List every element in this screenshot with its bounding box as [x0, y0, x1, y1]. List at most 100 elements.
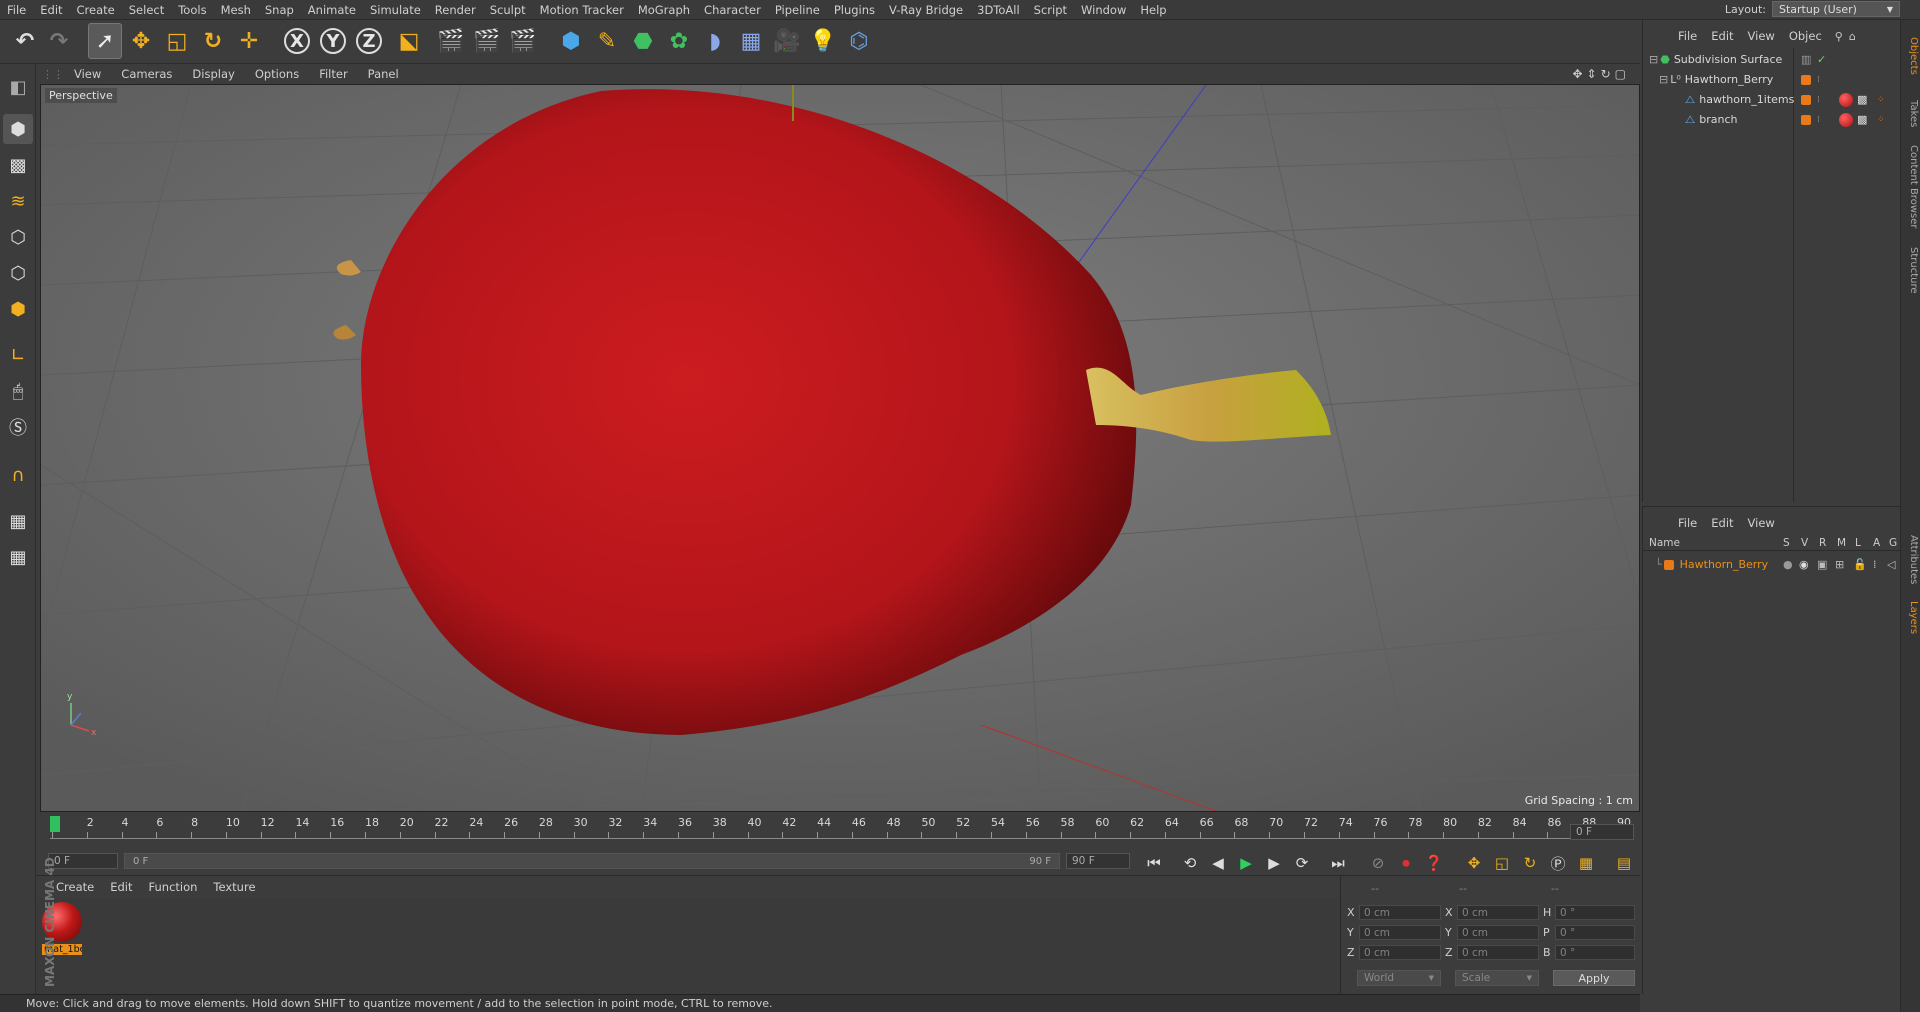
lock-icon[interactable]: 🔓 [1853, 558, 1867, 571]
menu-tools[interactable]: Tools [171, 3, 213, 17]
object-menu-edit[interactable]: Edit [1704, 29, 1740, 43]
object-row-hawthorn-berry[interactable]: ⊟ L⁰ Hawthorn_Berry ⁞ [1643, 70, 1901, 89]
axis-mode-icon[interactable]: ∟ [3, 340, 33, 370]
collapse-icon[interactable]: ⊟ [1649, 53, 1658, 66]
cube-object-icon[interactable]: ⬢ [554, 23, 588, 59]
timeline-ruler[interactable]: 0246810121416182022242628303234363840424… [40, 814, 1640, 850]
coordinate-space-select[interactable]: World ▼ [1357, 970, 1441, 986]
render-toggle-icon[interactable]: ▣ [1817, 558, 1827, 571]
pos-x-field[interactable]: 0 cm [1359, 905, 1441, 920]
lock-workplane-icon[interactable]: ▦ [3, 506, 33, 536]
viewport-menu-filter[interactable]: Filter [309, 67, 357, 81]
scale-tool-icon[interactable]: ◱ [160, 23, 194, 59]
tweak-mode-icon[interactable]: 🖱 [3, 376, 33, 406]
tab-objects[interactable]: Objects [1903, 26, 1919, 86]
visibility-dots-icon[interactable]: ⁞ [1817, 75, 1820, 85]
move-tool-icon[interactable]: ✥ [124, 23, 158, 59]
menu-snap[interactable]: Snap [258, 3, 301, 17]
camera-icon[interactable]: 🎥 [770, 23, 804, 59]
edges-mode-icon[interactable]: ⬡ [3, 258, 33, 288]
layer-color-icon[interactable] [1801, 74, 1811, 85]
render-settings-icon[interactable]: 🎬 [506, 23, 540, 59]
timeline-window-icon[interactable]: ▤ [1612, 852, 1636, 874]
viewport-camera-label[interactable]: Perspective [45, 88, 117, 103]
tab-takes[interactable]: Takes [1903, 94, 1919, 134]
layer-row[interactable]: └ Hawthorn_Berry ● ◉ ▣ ⊞ 🔓 ⁞ ◁ [1643, 555, 1901, 574]
home-icon[interactable]: ⌂ [1849, 30, 1856, 43]
material-menu-edit[interactable]: Edit [102, 880, 140, 894]
end-frame-field[interactable]: 90 F [1066, 853, 1130, 869]
viewport-menu-panel[interactable]: Panel [358, 67, 409, 81]
object-row-hawthorn-1items[interactable]: ⧍ hawthorn_1items ⁞ ▩ ⁘ [1643, 90, 1901, 109]
material-tag-icon[interactable] [1839, 92, 1853, 107]
key-scale-icon[interactable]: ◱ [1490, 852, 1514, 874]
manager-toggle-icon[interactable]: ⊞ [1835, 558, 1844, 571]
size-x-field[interactable]: 0 cm [1457, 905, 1539, 920]
3d-viewport[interactable]: y x Perspective Grid Spacing : 1 cm [40, 84, 1640, 812]
object-row-subdivision-surface[interactable]: ⊟ ⬣ Subdivision Surface ▥ ✓ [1643, 50, 1901, 69]
object-menu-view[interactable]: View [1741, 29, 1782, 43]
key-position-icon[interactable]: ✥ [1462, 852, 1486, 874]
play-icon[interactable]: ▶ [1234, 852, 1258, 874]
layer-color-icon[interactable] [1801, 94, 1811, 105]
tab-structure[interactable]: Structure [1903, 240, 1919, 300]
frame-range-slider[interactable]: 0 F 90 F [124, 853, 1060, 869]
z-axis-lock-button[interactable]: Z [352, 23, 386, 59]
menu-select[interactable]: Select [122, 3, 171, 17]
workplane-icon[interactable]: ≋ [3, 186, 33, 216]
layer-menu-file[interactable]: File [1671, 516, 1704, 530]
planar-workplane-icon[interactable]: ▦ [3, 542, 33, 572]
menu-pipeline[interactable]: Pipeline [768, 3, 827, 17]
polygons-mode-icon[interactable]: ⬢ [3, 294, 33, 324]
redo-icon[interactable]: ↷ [42, 23, 76, 59]
uvw-tag-icon[interactable]: ▩ [1857, 93, 1867, 106]
menu-file[interactable]: File [0, 3, 33, 17]
menu-3dtoall[interactable]: 3DToAll [970, 3, 1027, 17]
layer-color-icon[interactable] [1801, 114, 1811, 125]
menu-animate[interactable]: Animate [301, 3, 363, 17]
points-mode-icon[interactable]: ⬡ [3, 222, 33, 252]
size-y-field[interactable]: 0 cm [1457, 925, 1539, 940]
tag-overflow-icon[interactable]: ⁘ [1877, 95, 1885, 105]
material-tag-icon[interactable] [1839, 112, 1853, 127]
layer-color-swatch[interactable] [1663, 559, 1674, 570]
tab-layers[interactable]: Layers [1903, 596, 1919, 640]
menu-window[interactable]: Window [1074, 3, 1133, 17]
menu-render[interactable]: Render [428, 3, 483, 17]
layer-name[interactable]: Hawthorn_Berry [1680, 558, 1769, 571]
viewport-menu-cameras[interactable]: Cameras [111, 67, 182, 81]
collapse-icon[interactable]: ⊟ [1659, 73, 1668, 86]
pos-y-field[interactable]: 0 cm [1359, 925, 1441, 940]
layer-toggle-icon[interactable]: ▥ [1801, 53, 1811, 66]
menu-help[interactable]: Help [1133, 3, 1173, 17]
size-z-field[interactable]: 0 cm [1457, 945, 1539, 960]
tag-overflow-icon[interactable]: ⁘ [1877, 115, 1885, 125]
light-icon[interactable]: 💡 [806, 23, 840, 59]
key-rotation-icon[interactable]: ↻ [1518, 852, 1542, 874]
key-parameter-icon[interactable]: Ⓟ [1546, 852, 1570, 874]
visible-toggle-icon[interactable]: ◉ [1799, 558, 1809, 571]
python-icon[interactable]: ⌬ [842, 23, 876, 59]
enabled-check-icon[interactable]: ✓ [1817, 53, 1826, 66]
apply-button[interactable]: Apply [1553, 970, 1635, 986]
object-menu-objects[interactable]: Objec [1782, 29, 1829, 43]
object-row-branch[interactable]: ⧍ branch ⁞ ▩ ⁘ [1643, 110, 1901, 129]
material-menu-function[interactable]: Function [141, 880, 206, 894]
live-selection-icon[interactable]: ✛ [232, 23, 266, 59]
rot-h-field[interactable]: 0 ° [1555, 905, 1635, 920]
mograph-cloner-icon[interactable]: ✿ [662, 23, 696, 59]
menu-script[interactable]: Script [1027, 3, 1074, 17]
current-frame-field[interactable]: 0 F [1570, 824, 1634, 840]
animation-toggle-icon[interactable]: ⁞ [1873, 558, 1877, 571]
floor-object-icon[interactable]: ▦ [734, 23, 768, 59]
previous-key-icon[interactable]: ⟲ [1178, 852, 1202, 874]
viewport-menu-options[interactable]: Options [245, 67, 309, 81]
next-frame-icon[interactable]: ▶ [1262, 852, 1286, 874]
object-menu-file[interactable]: File [1671, 29, 1704, 43]
menu-character[interactable]: Character [697, 3, 768, 17]
rot-b-field[interactable]: 0 ° [1555, 945, 1635, 960]
visibility-dots-icon[interactable]: ⁞ [1817, 95, 1820, 105]
x-axis-lock-button[interactable]: X [280, 23, 314, 59]
next-key-icon[interactable]: ⟳ [1290, 852, 1314, 874]
tab-attributes[interactable]: Attributes [1903, 530, 1919, 590]
